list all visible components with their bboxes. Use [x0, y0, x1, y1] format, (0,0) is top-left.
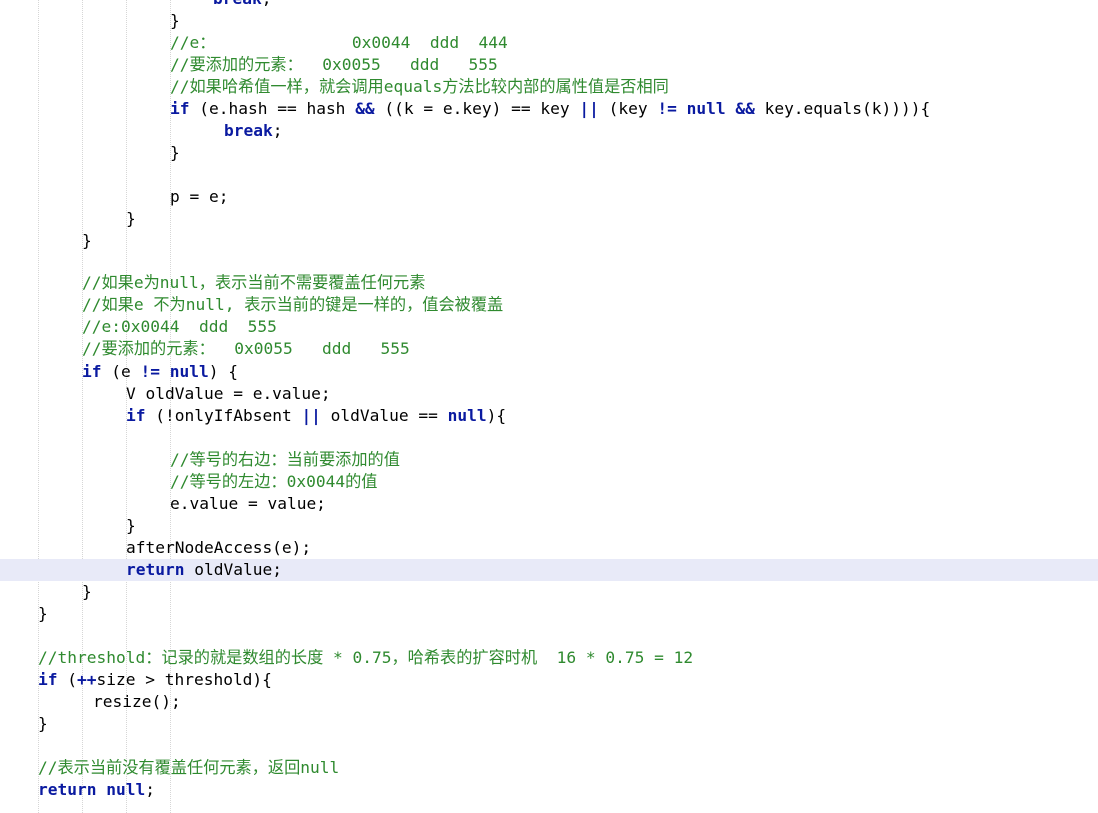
comment-line-return-null[interactable]: //表示当前没有覆盖任何元素，返回null	[38, 757, 339, 779]
code-line-if-size[interactable]: if (++size > threshold){	[38, 669, 272, 691]
comment-token: //如果哈希值一样，就会调用equals方法比较内部的属性值是否相同	[170, 77, 669, 96]
comment-token: //如果e 不为null, 表示当前的键是一样的，值会被覆盖	[82, 295, 504, 314]
comment-line-hash-equal[interactable]: //如果哈希值一样，就会调用equals方法比较内部的属性值是否相同	[170, 76, 669, 98]
code-token: }	[126, 516, 136, 535]
comment-token: //e： 0x0044 ddd 444	[170, 33, 508, 52]
code-line-after-node-access[interactable]: afterNodeAccess(e);	[126, 537, 311, 559]
indent-guide	[38, 0, 39, 813]
code-token: p = e;	[170, 187, 229, 206]
comment-line-right-side[interactable]: //等号的右边：当前要添加的值	[170, 449, 400, 471]
comment-line-add-element[interactable]: //要添加的元素： 0x0055 ddd 555	[82, 338, 410, 360]
keyword-token: null	[447, 406, 487, 425]
code-editor[interactable]: break; } //e： 0x0044 ddd 444 //要添加的元素： 0…	[0, 0, 1098, 813]
comment-token: //表示当前没有覆盖任何元素，返回null	[38, 758, 340, 777]
code-line-old-value[interactable]: V oldValue = e.value;	[126, 383, 331, 405]
code-line-close-brace[interactable]: }	[126, 515, 136, 537]
operator-token: ||	[301, 406, 321, 425]
keyword-token: if	[82, 362, 102, 381]
operator-token: ++	[77, 670, 97, 689]
keyword-token: if	[38, 670, 58, 689]
code-line-return-null[interactable]: return null;	[38, 779, 155, 801]
code-token: }	[82, 231, 92, 250]
code-token: }	[170, 143, 180, 162]
code-token: }	[170, 11, 180, 30]
keyword-token: return	[38, 780, 97, 799]
keyword-token: null	[169, 362, 209, 381]
code-token: V oldValue = e.value;	[126, 384, 331, 403]
code-line-p-assign[interactable]: p = e;	[170, 186, 228, 208]
code-line-close-brace[interactable]: }	[82, 581, 92, 603]
keyword-token: return	[126, 560, 185, 579]
code-token: ;	[262, 0, 272, 8]
code-line-close-brace[interactable]: }	[170, 10, 180, 32]
comment-line-add-element[interactable]: //要添加的元素： 0x0055 ddd 555	[170, 54, 498, 76]
code-token: (	[57, 670, 77, 689]
code-token: resize();	[93, 692, 181, 711]
comment-token: //要添加的元素： 0x0055 ddd 555	[82, 339, 410, 358]
code-token: (e	[101, 362, 141, 381]
comment-token: //等号的右边：当前要添加的值	[170, 450, 400, 469]
code-token: ((k = e.key) == key	[374, 99, 580, 118]
code-line-break[interactable]: break;	[224, 120, 282, 142]
code-line-close-brace[interactable]: }	[82, 230, 92, 252]
code-token: (e.hash == hash	[189, 99, 356, 118]
code-line-resize[interactable]: resize();	[93, 691, 181, 713]
code-line-return-old-value[interactable]: return oldValue;	[126, 559, 282, 581]
comment-token: //如果e为null，表示当前不需要覆盖任何元素	[82, 273, 426, 292]
comment-line-left-side[interactable]: //等号的左边：0x0044的值	[170, 471, 377, 493]
code-token: (key	[598, 99, 658, 118]
code-token: oldValue;	[184, 560, 282, 579]
operator-token: !=	[140, 362, 160, 381]
keyword-token: if	[170, 99, 190, 118]
operator-token: !=	[657, 99, 677, 118]
keyword-token: break	[213, 0, 262, 8]
code-line-close-brace[interactable]: }	[126, 208, 136, 230]
comment-line-threshold[interactable]: //threshold：记录的就是数组的长度 * 0.75，哈希表的扩容时机 1…	[38, 647, 693, 669]
keyword-token: null	[106, 780, 146, 799]
comment-token: //要添加的元素： 0x0055 ddd 555	[170, 55, 498, 74]
code-token: (!onlyIfAbsent	[145, 406, 302, 425]
code-token: size > threshold){	[96, 670, 272, 689]
comment-token: //e:0x0044 ddd 555	[82, 317, 277, 336]
comment-token: //threshold：记录的就是数组的长度 * 0.75，哈希表的扩容时机 1…	[38, 648, 694, 667]
code-line-close-brace[interactable]: }	[170, 142, 180, 164]
code-line-close-brace[interactable]: }	[38, 713, 48, 735]
code-token: ){	[486, 406, 507, 425]
code-line-if-hash[interactable]: if (e.hash == hash && ((k = e.key) == ke…	[170, 98, 930, 120]
code-line-e-value-assign[interactable]: e.value = value;	[170, 493, 326, 515]
code-token: oldValue ==	[320, 406, 448, 425]
keyword-token: break	[224, 121, 273, 140]
code-token: key.equals(k)))){	[754, 99, 931, 118]
code-token: }	[82, 582, 92, 601]
code-token: }	[38, 714, 48, 733]
comment-line-e-values[interactable]: //e:0x0044 ddd 555	[82, 316, 277, 338]
comment-line-e-not-null[interactable]: //如果e 不为null, 表示当前的键是一样的，值会被覆盖	[82, 294, 503, 316]
code-line-if-e-not-null[interactable]: if (e != null) {	[82, 361, 238, 383]
code-token: }	[38, 604, 48, 623]
comment-line-e-null[interactable]: //如果e为null，表示当前不需要覆盖任何元素	[82, 272, 425, 294]
code-token: afterNodeAccess(e);	[126, 538, 312, 557]
code-token: ;	[272, 121, 283, 140]
code-token: ;	[145, 780, 155, 799]
code-line-if-only-if-absent[interactable]: if (!onlyIfAbsent || oldValue == null){	[126, 405, 506, 427]
code-line-close-brace[interactable]: }	[38, 603, 48, 625]
code-line-break-top[interactable]: break;	[213, 0, 271, 10]
code-token: e.value = value;	[170, 494, 326, 513]
operator-token: &&	[355, 99, 375, 118]
comment-line-e-values[interactable]: //e： 0x0044 ddd 444	[170, 32, 508, 54]
keyword-token: if	[126, 406, 146, 425]
comment-token: //等号的左边：0x0044的值	[170, 472, 378, 491]
code-token: ) {	[208, 362, 238, 381]
code-token: }	[126, 209, 136, 228]
keyword-token: null	[686, 99, 726, 118]
indent-guide	[82, 0, 83, 813]
operator-token: ||	[579, 99, 599, 118]
operator-token: &&	[735, 99, 755, 118]
